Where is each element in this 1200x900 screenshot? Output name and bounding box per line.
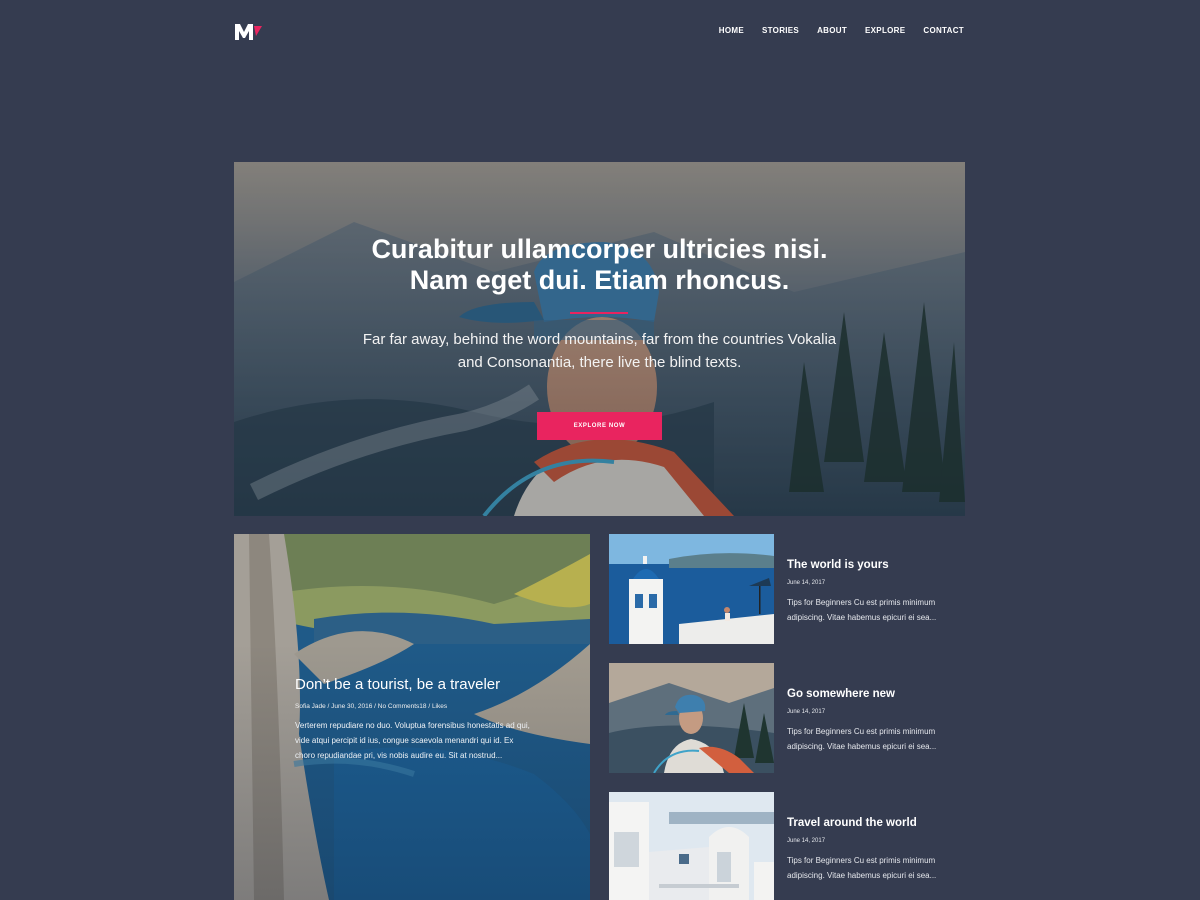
post-date: June 14, 2017 xyxy=(787,709,826,715)
hero-banner: Curabitur ullamcorper ultricies nisi. Na… xyxy=(234,162,965,516)
hiker-image xyxy=(609,663,774,773)
post-excerpt: Tips for Beginners Cu est primis minimum… xyxy=(787,727,937,751)
brand-logo[interactable] xyxy=(234,22,264,42)
explore-now-button[interactable]: EXPLORE NOW xyxy=(537,412,662,440)
featured-post[interactable]: Don’t be a tourist, be a traveler Sofia … xyxy=(234,534,590,900)
nav-contact[interactable]: CONTACT xyxy=(923,26,964,35)
post-title[interactable]: Travel around the world xyxy=(787,817,917,829)
featured-title[interactable]: Don’t be a tourist, be a traveler xyxy=(295,676,500,693)
post-thumbnail[interactable] xyxy=(609,663,774,773)
hero-divider xyxy=(570,312,628,314)
featured-meta: Sofia Jade / June 30, 2016 / No Comments… xyxy=(295,703,448,710)
post-excerpt: Tips for Beginners Cu est primis minimum… xyxy=(787,598,937,622)
post-date: June 14, 2017 xyxy=(787,580,826,586)
post-excerpt: Tips for Beginners Cu est primis minimum… xyxy=(787,856,937,880)
hero-description: Far far away, behind the word mountains,… xyxy=(362,331,837,371)
santorini-church-image xyxy=(609,534,774,644)
post-card[interactable]: Go somewhere new June 14, 2017 Tips for … xyxy=(609,663,965,773)
featured-excerpt: Verterem repudiare no duo. Voluptua fore… xyxy=(295,721,530,760)
post-title[interactable]: The world is yours xyxy=(787,559,889,571)
hero-title: Curabitur ullamcorper ultricies nisi. Na… xyxy=(371,234,828,295)
post-thumbnail[interactable] xyxy=(609,792,774,900)
post-title[interactable]: Go somewhere new xyxy=(787,688,895,700)
post-date: June 14, 2017 xyxy=(787,838,826,844)
post-thumbnail[interactable] xyxy=(609,534,774,644)
m-logo-icon xyxy=(235,24,262,40)
nav-home[interactable]: HOME xyxy=(719,26,744,35)
nav-about[interactable]: ABOUT xyxy=(817,26,847,35)
post-card[interactable]: Travel around the world June 14, 2017 Ti… xyxy=(609,792,965,900)
nav-explore[interactable]: EXPLORE xyxy=(865,26,905,35)
main-nav: HOME STORIES ABOUT EXPLORE CONTACT xyxy=(719,26,964,35)
white-village-image xyxy=(609,792,774,900)
nav-stories[interactable]: STORIES xyxy=(762,26,799,35)
post-card[interactable]: The world is yours June 14, 2017 Tips fo… xyxy=(609,534,965,644)
